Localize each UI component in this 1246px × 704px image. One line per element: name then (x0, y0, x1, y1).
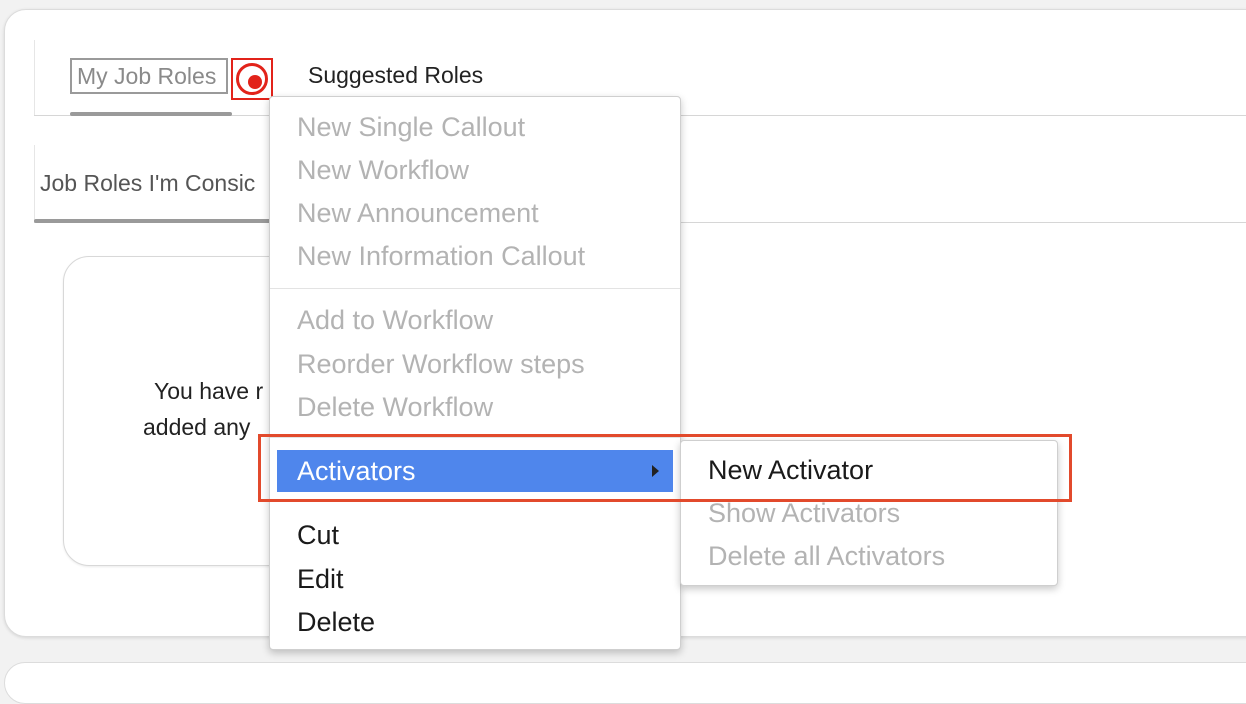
menu-item-delete-workflow[interactable]: Delete Workflow (270, 387, 680, 427)
hotspot-marker[interactable] (231, 58, 273, 100)
menu-item-add-to-workflow[interactable]: Add to Workflow (270, 300, 680, 340)
tab-suggested-roles[interactable]: Suggested Roles (308, 62, 483, 89)
record-dot-icon (236, 63, 268, 95)
menu-item-reorder-workflow-steps[interactable]: Reorder Workflow steps (270, 344, 680, 384)
secondary-card (4, 662, 1246, 704)
submenu-item-new-activator[interactable]: New Activator (681, 450, 1057, 490)
context-menu: New Single Callout New Workflow New Anno… (269, 96, 681, 650)
menu-separator (270, 437, 680, 438)
menu-item-new-workflow[interactable]: New Workflow (270, 150, 680, 190)
menu-item-cut[interactable]: Cut (270, 515, 680, 555)
menu-separator (270, 288, 680, 289)
submenu-item-show-activators[interactable]: Show Activators (681, 493, 1057, 533)
menu-item-activators-label: Activators (297, 456, 416, 486)
record-dot-center (248, 75, 262, 89)
menu-item-new-information-callout[interactable]: New Information Callout (270, 236, 680, 276)
subtab-border (34, 145, 35, 222)
caret-right-icon (652, 465, 659, 477)
menu-item-new-single-callout[interactable]: New Single Callout (270, 107, 680, 147)
submenu-item-delete-all-activators[interactable]: Delete all Activators (681, 536, 1057, 576)
tabbar-border (34, 40, 35, 116)
menu-separator (270, 501, 680, 502)
tab-my-job-roles[interactable]: My Job Roles (70, 58, 228, 94)
activators-submenu: New Activator Show Activators Delete all… (680, 440, 1058, 586)
empty-state-text-line2: added any (143, 414, 251, 440)
subtab-job-roles-considering[interactable]: Job Roles I'm Consic (40, 170, 255, 197)
menu-item-activators[interactable]: Activators (277, 450, 673, 492)
menu-item-new-announcement[interactable]: New Announcement (270, 193, 680, 233)
empty-state-text-line1: You have r (154, 378, 264, 404)
menu-item-edit[interactable]: Edit (270, 559, 680, 599)
tab-active-indicator (70, 112, 232, 116)
menu-item-delete[interactable]: Delete (270, 602, 680, 642)
subtab-active-indicator (34, 219, 274, 223)
